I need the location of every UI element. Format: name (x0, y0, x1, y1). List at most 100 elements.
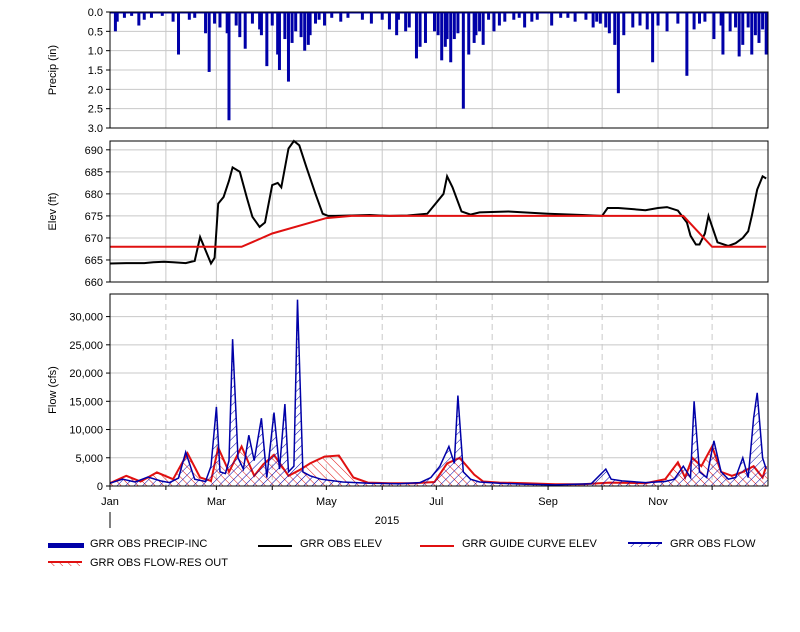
flow-xtick-label: Jul (429, 496, 443, 508)
precip-bar (559, 12, 563, 18)
precip-bar (137, 12, 141, 26)
precip-bar (283, 12, 287, 40)
precip-bar (703, 12, 707, 22)
precip-bar (523, 12, 527, 28)
precip-bar (613, 12, 617, 45)
precip-bar (741, 12, 745, 45)
precip-bar (360, 12, 364, 20)
elev-ytick-label: 660 (85, 277, 103, 289)
elev-obs-line (109, 139, 767, 266)
precip-bar (299, 12, 303, 38)
precip-bar (616, 12, 620, 94)
precip-bar (517, 12, 521, 18)
flow-ytick-label: 20,000 (69, 368, 103, 380)
precip-bar (595, 12, 599, 22)
precip-bar (234, 12, 238, 26)
precip-bar (218, 12, 222, 28)
precip-bar (487, 12, 491, 20)
legend-swatch-line (258, 545, 292, 547)
precip-bar (369, 12, 373, 24)
legend-label: GRR GUIDE CURVE ELEV (462, 538, 597, 550)
elev-guide-line (110, 214, 767, 248)
precip-bar (461, 12, 465, 109)
precip-bar (737, 12, 741, 57)
precip-bar (177, 12, 181, 55)
precip-bar (259, 12, 263, 36)
elev-ytick-label: 690 (85, 145, 103, 157)
elev-ytick-label: 670 (85, 233, 103, 245)
flow-ytick-label: 5,000 (75, 453, 103, 465)
precip-bar (761, 12, 765, 30)
precip-bar (277, 12, 281, 70)
precip-bar (584, 12, 588, 20)
precip-bar (497, 12, 501, 26)
precip-bar (631, 12, 635, 28)
flow-frame (109, 293, 769, 487)
precip-bar (750, 12, 754, 55)
precip-ytick-label: 1.0 (88, 46, 103, 58)
precip-bar (142, 12, 146, 20)
flow-ylabel: Flow (cfs) (47, 366, 59, 414)
precip-bar (387, 12, 391, 30)
precip-bar (432, 12, 436, 32)
precip-bar (591, 12, 595, 28)
precip-bar (478, 12, 482, 32)
legend-swatch-hatch (628, 542, 662, 547)
elev-ytick-label: 685 (85, 167, 103, 179)
precip-bar (753, 12, 757, 36)
precip-bar (407, 12, 411, 28)
precip-bar (115, 12, 119, 22)
legend-label: GRR OBS ELEV (300, 538, 382, 550)
elev-frame (109, 140, 769, 283)
precip-bar (452, 12, 456, 40)
legend-swatch-hatch (48, 561, 82, 566)
precip-bar (414, 12, 418, 59)
precip-bar (250, 12, 254, 24)
precip-bar (651, 12, 655, 63)
precip-bar (566, 12, 570, 18)
precip-bar (467, 12, 471, 55)
precip-bar (734, 12, 738, 28)
precip-bar (323, 12, 327, 26)
precip-bar (697, 12, 701, 24)
legend-label: GRR OBS PRECIP-INC (90, 538, 208, 550)
precip-bar (746, 12, 750, 28)
precip-bar (692, 12, 696, 30)
precip-bar (535, 12, 539, 20)
precip-bar (286, 12, 290, 82)
precip-bar (481, 12, 485, 45)
precip-bar (712, 12, 716, 40)
precip-bar (530, 12, 534, 22)
precip-bar (474, 12, 478, 36)
flow-ytick-label: 15,000 (69, 396, 103, 408)
precip-bar (436, 12, 440, 36)
precip-ytick-label: 2.5 (88, 104, 103, 116)
flow-ytick-label: 25,000 (69, 340, 103, 352)
flow-ytick-label: 30,000 (69, 312, 103, 324)
precip-bar (645, 12, 649, 30)
precip-bar (503, 12, 507, 22)
precip-bar (607, 12, 611, 34)
precip-bar (638, 12, 642, 26)
flow-xtick-label: Nov (648, 496, 668, 508)
flow-obs-line (109, 299, 767, 486)
precip-bar (622, 12, 626, 36)
precip-bar (423, 12, 427, 43)
precip-bar (238, 12, 242, 38)
precip-bar (204, 12, 208, 34)
precip-bar (171, 12, 175, 22)
precip-bar (330, 12, 334, 18)
precip-bar (243, 12, 247, 49)
flow-xtick-label: May (316, 496, 337, 508)
precip-bar (227, 12, 231, 121)
precip-ytick-label: 0.0 (88, 7, 103, 19)
precip-bar (656, 12, 660, 26)
precip-bar (721, 12, 725, 55)
precip-bar (449, 12, 453, 63)
precip-ytick-label: 3.0 (88, 123, 103, 135)
flow-ytick-label: 10,000 (69, 425, 103, 437)
legend-swatch-line (420, 545, 454, 547)
precip-bar (418, 12, 422, 47)
precip-bar (676, 12, 680, 24)
flow-xtick-label: Jan (101, 496, 119, 508)
